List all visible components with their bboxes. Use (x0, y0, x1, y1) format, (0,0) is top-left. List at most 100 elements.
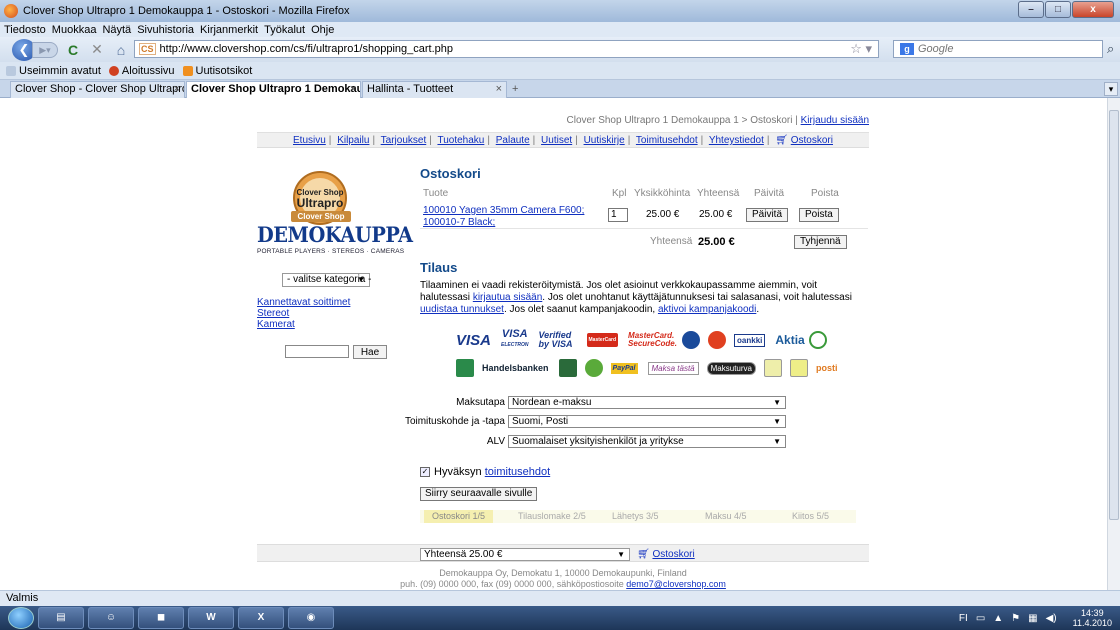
maximize-button[interactable]: □ (1045, 1, 1071, 18)
taskbar-excel[interactable]: X (238, 607, 284, 629)
tab-list-icon[interactable]: ▾ (1104, 82, 1118, 96)
contact-text: puh. (09) 0000 000, fax (09) 0000 000, s… (400, 579, 627, 589)
tab-close-icon[interactable]: × (496, 82, 502, 97)
breadcrumb-text: Clover Shop Ultrapro 1 Demokauppa 1 > Os… (566, 115, 793, 126)
side-search-button[interactable]: Hae (353, 345, 387, 359)
tab-close-icon[interactable]: × (174, 82, 180, 97)
category-select[interactable]: - valitse kategoria - ▼ (282, 273, 371, 287)
col-update: Päivitä (754, 188, 785, 199)
category-cameras[interactable]: Kamerat (257, 319, 295, 330)
network-icon[interactable]: ▦ (1028, 613, 1037, 624)
stop-button[interactable]: ✕ (88, 41, 106, 58)
new-tab-icon[interactable]: + (512, 83, 518, 95)
nav-etusivu[interactable]: Etusivu (293, 135, 326, 146)
tab-hallinta[interactable]: Hallinta - Tuotteet × (362, 81, 507, 98)
search-box[interactable]: g (893, 40, 1103, 58)
reload-button[interactable]: C (64, 42, 82, 58)
nav-toimitusehdot[interactable]: Toimitusehdot (636, 135, 698, 146)
taskbar-explorer[interactable]: ▤ (38, 607, 84, 629)
footer-total-select[interactable]: Yhteensä 25.00 € ▼ (420, 548, 630, 561)
vertical-scrollbar[interactable] (1107, 98, 1120, 590)
renew-credentials-link[interactable]: uudistaa tunnukset (420, 304, 504, 315)
bookmark-getting-started[interactable]: Aloitussivu (108, 65, 175, 77)
keyboard-icon[interactable]: ▭ (976, 613, 985, 624)
nav-uutiskirje[interactable]: Uutiskirje (584, 135, 625, 146)
search-input[interactable] (918, 43, 1068, 55)
breadcrumb: Clover Shop Ultrapro 1 Demokauppa 1 > Os… (566, 115, 869, 126)
accept-terms-checkbox[interactable]: ✓ (420, 467, 430, 477)
mastercard-securecode-logo: MasterCard. SecureCode. (628, 331, 677, 348)
nav-tuotehaku[interactable]: Tuotehaku (437, 135, 484, 146)
address-bar[interactable]: CS http://www.clovershop.com/cs/fi/ultra… (134, 40, 879, 58)
category-stereos[interactable]: Stereot (257, 308, 289, 319)
language-indicator[interactable]: FI (959, 613, 968, 624)
tab-clover-shop[interactable]: Clover Shop - Clover Shop Ultrapro ... × (10, 81, 185, 98)
menu-bookmarks[interactable]: Kirjanmerkit (200, 24, 258, 36)
cart-sum-value: 25.00 € (698, 236, 735, 248)
tray-expand-icon[interactable]: ▲ (993, 613, 1003, 624)
window-titlebar: Clover Shop Ultrapro 1 Demokauppa 1 - Os… (0, 0, 1120, 22)
footer-cart-link[interactable]: Ostoskori (652, 549, 694, 560)
vat-row: ALV Suomalaiset yksityishenkilöt ja yrit… (420, 435, 868, 449)
menu-tools[interactable]: Työkalut (264, 24, 305, 36)
delivery-select[interactable]: Suomi, Posti ▼ (508, 415, 786, 428)
activate-campaign-link[interactable]: aktivoi kampanjakoodi (658, 304, 756, 315)
shop-logo[interactable]: Clover Shop Ultrapro Clover Shop DEMOKAUP… (257, 170, 413, 270)
taskbar-word[interactable]: W (188, 607, 234, 629)
login-link[interactable]: Kirjaudu sisään (801, 115, 869, 126)
google-icon[interactable]: g (900, 43, 914, 55)
clock[interactable]: 14:39 11.4.2010 (1065, 608, 1112, 628)
cart-item-link[interactable]: 100010 Yagen 35mm Camera F600; 100010-7 … (423, 205, 595, 229)
email-link[interactable]: demo7@clovershop.com (626, 579, 726, 589)
terms-link[interactable]: toimitusehdot (485, 466, 550, 478)
tapiola-icon (584, 359, 603, 377)
taskbar-messenger[interactable]: ☺ (88, 607, 134, 629)
next-page-button[interactable]: Siirry seuraavalle sivulle (420, 487, 538, 501)
start-button[interactable] (8, 607, 34, 629)
taskbar-firefox[interactable]: ◉ (288, 607, 334, 629)
col-qty: Kpl (612, 188, 627, 199)
intro-login-link[interactable]: kirjautua sisään (473, 292, 542, 303)
bookmark-news[interactable]: Uutisotsikot (182, 64, 253, 77)
menu-view[interactable]: Näytä (102, 24, 131, 36)
menu-file[interactable]: Tiedosto (4, 24, 46, 36)
vat-select[interactable]: Suomalaiset yksityishenkilöt ja yritykse… (508, 435, 786, 448)
handelsbanken-icon (456, 359, 474, 377)
search-magnifier-icon[interactable]: ⌕ (1107, 41, 1114, 57)
windows-taskbar: ▤ ☺ ◼ W X ◉ FI ▭ ▲ ⚑ ▦ ◀) 14:39 11.4.2010 (0, 606, 1120, 630)
url-text[interactable]: http://www.clovershop.com/cs/fi/ultrapro… (160, 43, 453, 55)
logo-subtitle: PORTABLE PLAYERS · STEREOS · CAMERAS (257, 248, 405, 255)
nav-uutiset[interactable]: Uutiset (541, 135, 572, 146)
forward-arrow-icon: ▶▾ (39, 44, 51, 55)
users-icon: ☺ (105, 612, 117, 623)
payment-select[interactable]: Nordean e-maksu ▼ (508, 396, 786, 409)
nav-tarjoukset[interactable]: Tarjoukset (381, 135, 427, 146)
close-button[interactable]: x (1072, 1, 1114, 18)
update-button[interactable]: Päivitä (746, 208, 789, 222)
nav-kilpailu[interactable]: Kilpailu (337, 135, 369, 146)
scrollbar-thumb[interactable] (1109, 110, 1119, 520)
nav-ostoskori[interactable]: Ostoskori (791, 135, 833, 146)
nav-palaute[interactable]: Palaute (496, 135, 530, 146)
bookmark-most-visited[interactable]: Useimmin avatut (6, 65, 101, 77)
menu-help[interactable]: Ohje (311, 24, 334, 36)
taskbar-app[interactable]: ◼ (138, 607, 184, 629)
minimize-button[interactable]: – (1018, 1, 1044, 18)
tab-ostoskori[interactable]: Clover Shop Ultrapro 1 Demokau... × (186, 81, 361, 98)
bookmark-label: Uutisotsikot (195, 64, 253, 77)
home-button[interactable]: ⌂ (112, 42, 130, 58)
menu-history[interactable]: Sivuhistoria (137, 24, 194, 36)
tab-close-icon[interactable]: × (350, 82, 356, 97)
nav-yhteystiedot[interactable]: Yhteystiedot (709, 135, 764, 146)
logo-name: Ultrapro (296, 196, 344, 210)
quantity-input[interactable]: 1 (608, 208, 628, 222)
volume-icon[interactable]: ◀) (1046, 613, 1057, 624)
category-portable[interactable]: Kannettavat soittimet (257, 297, 350, 308)
side-search-input[interactable] (285, 345, 349, 358)
flag-icon[interactable]: ⚑ (1011, 613, 1020, 624)
empty-cart-button[interactable]: Tyhjennä (794, 235, 847, 249)
bookmark-star-icon[interactable]: ☆ ▾ (850, 41, 872, 57)
menu-edit[interactable]: Muokkaa (52, 24, 97, 36)
forward-button[interactable]: ▶▾ (32, 41, 58, 58)
remove-button[interactable]: Poista (799, 208, 839, 222)
